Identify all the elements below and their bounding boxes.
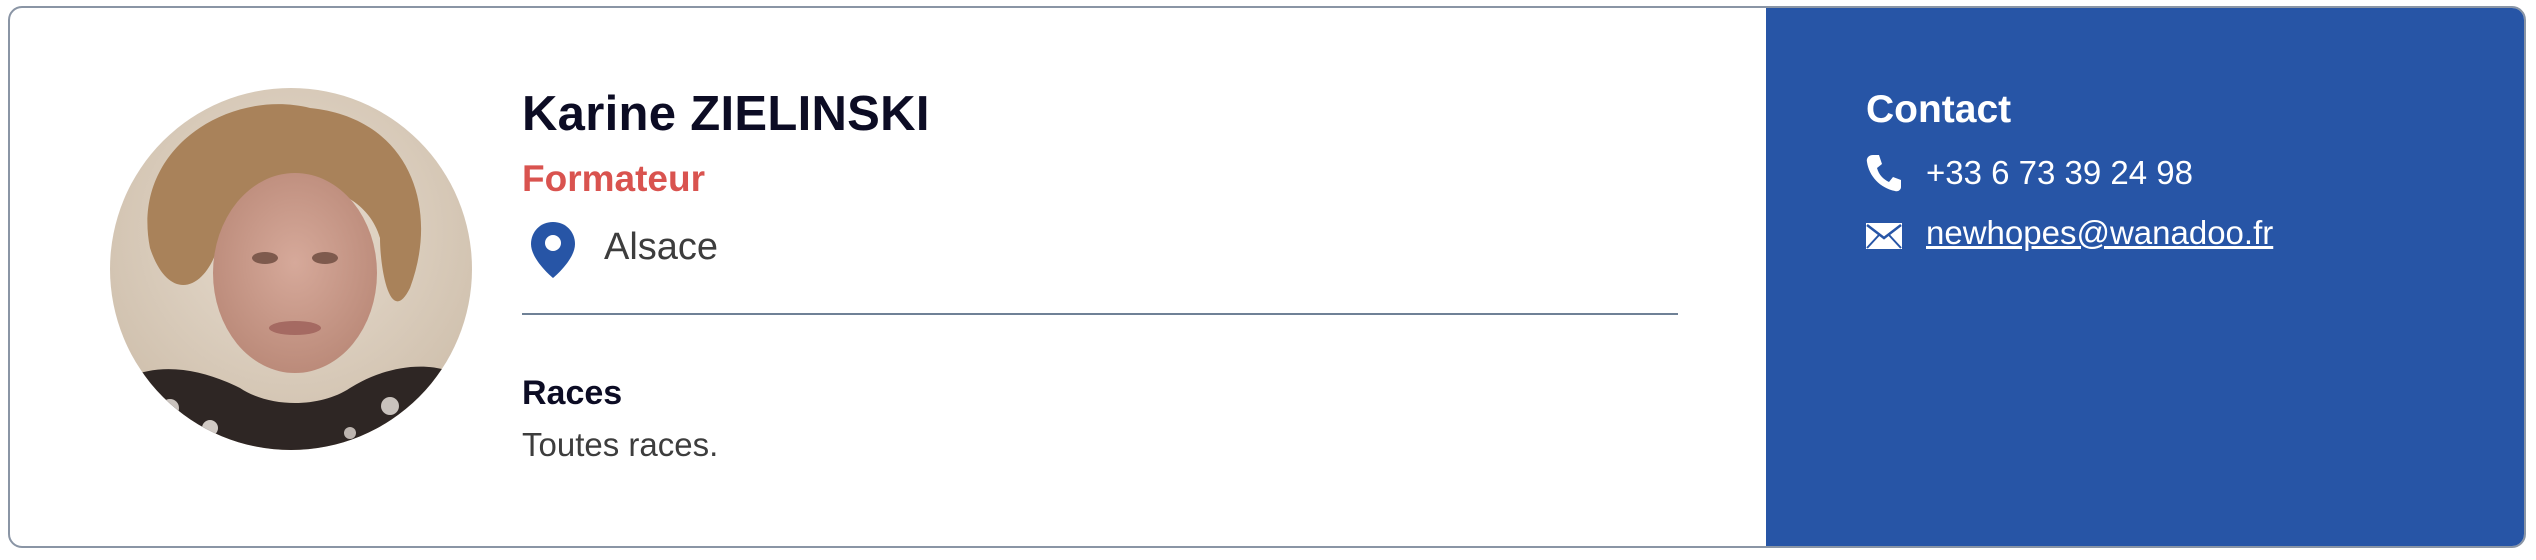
contact-panel: Contact +33 6 73 39 24 98 newhopes@wanad…	[1766, 8, 2524, 546]
location-pin-icon	[528, 220, 578, 280]
races-value: Toutes races.	[522, 426, 719, 463]
phone-number[interactable]: +33 6 73 39 24 98	[1926, 154, 2193, 192]
phone-icon	[1865, 153, 1903, 193]
location-text: Alsace	[604, 226, 719, 268]
trainer-name: Karine ZIELINSKI	[522, 87, 930, 141]
trainer-card: Karine ZIELINSKI Formateur Alsace Races …	[8, 6, 2526, 548]
contact-heading: Contact	[1866, 88, 2012, 131]
races-heading: Races	[522, 374, 623, 412]
trainer-role: Formateur	[522, 158, 705, 199]
divider	[522, 313, 1678, 315]
email-link[interactable]: newhopes@wanadoo.fr	[1926, 214, 2273, 252]
envelope-icon	[1865, 222, 1903, 250]
avatar	[110, 88, 472, 450]
